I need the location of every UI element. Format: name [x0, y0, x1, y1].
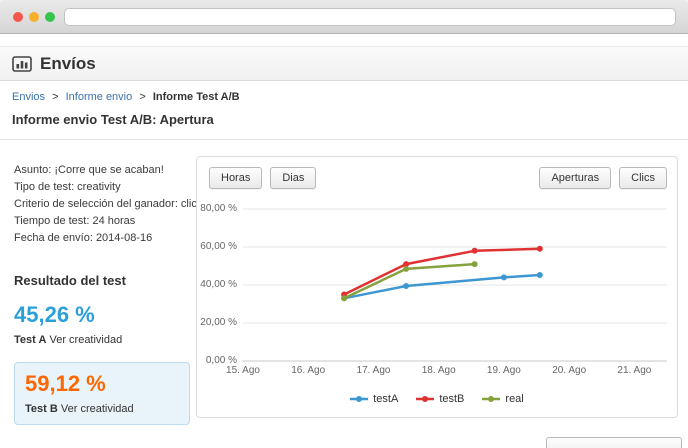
legend-marker-icon	[482, 395, 500, 403]
x-tick-label: 17. Ago	[352, 365, 396, 376]
breadcrumb-separator: >	[52, 91, 58, 103]
legend-item-testA[interactable]: testA	[350, 393, 398, 405]
horas-button[interactable]: Horas	[209, 167, 262, 189]
app-header: Envíos	[0, 46, 688, 81]
chart-legend: testA testB real	[197, 393, 677, 405]
test-a-value: 45,26 %	[14, 302, 186, 328]
chart-panel: Horas Dias Aperturas Clics 0,00 %20,00 %…	[196, 156, 678, 418]
test-b-winner-box: 59,12 % Test B Ver creatividad	[14, 362, 190, 425]
test-b-value: 59,12 %	[25, 371, 179, 397]
test-b-caption: Test B Ver creatividad	[25, 403, 179, 415]
chart-toolbar: Horas Dias Aperturas Clics	[197, 157, 677, 189]
info-line: Tipo de test: creativity	[14, 179, 186, 196]
test-a-label: Test A	[14, 334, 46, 346]
info-line: Tiempo de test: 24 horas	[14, 213, 186, 230]
test-a-ver-creatividad-link[interactable]: Ver creatividad	[49, 334, 122, 346]
close-window-icon[interactable]	[13, 12, 23, 22]
dias-button[interactable]: Dias	[270, 167, 316, 189]
info-line: Asunto: ¡Corre que se acaban!	[14, 162, 186, 179]
page-title: Informe envio Test A/B: Apertura	[0, 103, 688, 140]
app-title: Envíos	[40, 54, 96, 74]
legend-label: testB	[439, 393, 464, 405]
test-b-ver-creatividad-link[interactable]: Ver creatividad	[61, 403, 134, 415]
clics-button[interactable]: Clics	[619, 167, 667, 189]
zoom-window-icon[interactable]	[45, 12, 55, 22]
legend-label: real	[505, 393, 523, 405]
test-info-panel: Asunto: ¡Corre que se acaban!Tipo de tes…	[0, 140, 196, 425]
line-chart	[243, 209, 667, 361]
aperturas-button[interactable]: Aperturas	[539, 167, 611, 189]
breadcrumb-separator: >	[139, 91, 145, 103]
bottom-cut-button[interactable]	[546, 437, 682, 448]
legend-marker-icon	[416, 395, 434, 403]
time-unit-buttons: Horas Dias	[209, 167, 316, 189]
breadcrumb-link-envios[interactable]: Envios	[12, 91, 45, 103]
breadcrumb: Envios > Informe envio > Informe Test A/…	[0, 81, 688, 103]
bar-chart-icon	[12, 54, 32, 74]
info-line: Criterio de selección del ganador: click	[14, 196, 186, 213]
info-lines: Asunto: ¡Corre que se acaban!Tipo de tes…	[14, 162, 186, 247]
x-tick-label: 18. Ago	[417, 365, 461, 376]
plot-row: 0,00 %20,00 %40,00 %60,00 %80,00 % 15. A…	[197, 209, 677, 361]
result-heading: Resultado del test	[14, 273, 186, 288]
test-b-label: Test B	[25, 403, 58, 415]
metric-buttons: Aperturas Clics	[539, 167, 667, 189]
browser-chrome	[0, 0, 688, 34]
x-tick-label: 20. Ago	[547, 365, 591, 376]
y-axis: 0,00 %20,00 %40,00 %60,00 %80,00 %	[197, 209, 243, 361]
plot-area: 15. Ago16. Ago17. Ago18. Ago19. Ago20. A…	[243, 209, 667, 361]
main-content: Asunto: ¡Corre que se acaban!Tipo de tes…	[0, 140, 688, 425]
breadcrumb-link-informe-envio[interactable]: Informe envio	[66, 91, 133, 103]
y-tick-label: 80,00 %	[200, 203, 237, 214]
x-tick-label: 21. Ago	[612, 365, 656, 376]
y-tick-label: 60,00 %	[200, 241, 237, 252]
legend-marker-icon	[350, 395, 368, 403]
x-tick-label: 16. Ago	[286, 365, 330, 376]
legend-item-real[interactable]: real	[482, 393, 523, 405]
minimize-window-icon[interactable]	[29, 12, 39, 22]
x-tick-label: 15. Ago	[221, 365, 265, 376]
legend-label: testA	[373, 393, 398, 405]
legend-item-testB[interactable]: testB	[416, 393, 464, 405]
x-tick-label: 19. Ago	[482, 365, 526, 376]
url-bar[interactable]	[64, 8, 676, 26]
y-tick-label: 20,00 %	[200, 317, 237, 328]
browser-window: Envíos Envios > Informe envio > Informe …	[0, 0, 688, 448]
info-line: Fecha de envío: 2014-08-16	[14, 230, 186, 247]
y-tick-label: 40,00 %	[200, 279, 237, 290]
test-a-caption: Test A Ver creatividad	[14, 334, 186, 346]
breadcrumb-current: Informe Test A/B	[153, 91, 240, 103]
